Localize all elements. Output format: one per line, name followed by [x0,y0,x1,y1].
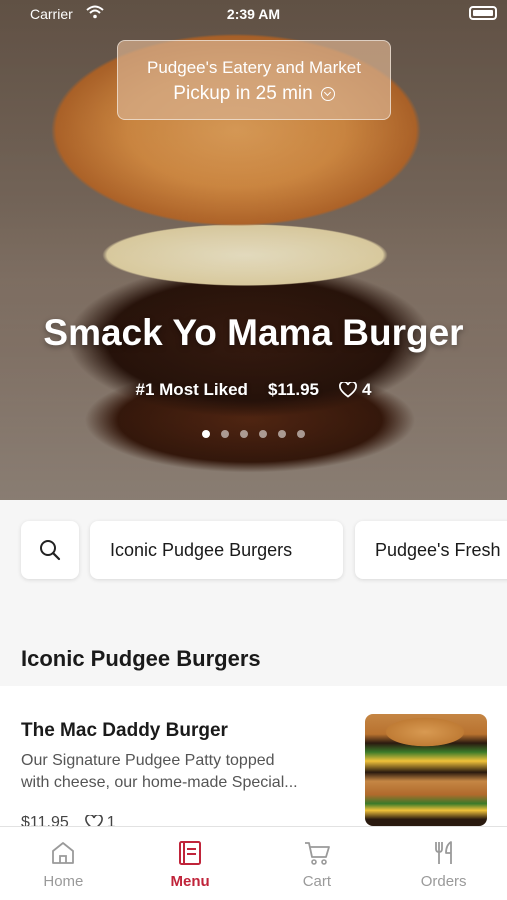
heart-icon [84,815,103,826]
status-time: 2:39 AM [226,6,281,22]
hero-likes-count: 4 [362,380,372,399]
carousel-dot[interactable] [202,430,210,438]
section-title: Iconic Pudgee Burgers [21,646,261,671]
item-name: The Mac Daddy Burger [21,720,228,741]
chevron-down-circle-icon [320,87,335,101]
battery-icon [469,6,497,20]
menu-icon [179,841,202,865]
utensils-icon [434,841,452,864]
hero-likes[interactable]: 4 [339,380,371,400]
bottom-tab-bar: Home Menu Cart Orders [0,826,507,900]
tab-menu[interactable]: Menu [127,827,254,900]
hero-banner[interactable]: Carrier 2:39 AM Pudgee's Eatery and Mark… [0,0,507,500]
item-meta: $11.95 1 [21,814,116,826]
tab-home[interactable]: Home [0,827,127,900]
tab-cart[interactable]: Cart [254,827,381,900]
most-liked-badge: #1 Most Liked [135,380,248,399]
search-button[interactable] [21,521,79,579]
pickup-time: Pickup in 25 min [173,83,313,104]
tab-menu-label: Menu [170,873,210,890]
pickup-row: Pickup in 25 min [118,83,390,105]
category-bar: Iconic Pudgee Burgers Pudgee's Fresh [0,500,507,600]
store-pickup-selector[interactable]: Pudgee's Eatery and Market Pickup in 25 … [117,40,391,120]
item-description: Our Signature Pudgee Patty topped with c… [21,750,341,794]
hero-price: $11.95 [267,380,319,399]
carousel-dots[interactable] [0,430,507,438]
item-description-line: with cheese, our home-made Special... [21,774,298,791]
tab-home-label: Home [43,873,84,890]
heart-icon [339,382,357,398]
search-icon [40,540,61,561]
item-description-line: Our Signature Pudgee Patty topped [21,752,275,769]
home-icon [52,842,75,864]
store-name: Pudgee's Eatery and Market [147,58,361,77]
hero-item-meta: #1 Most Liked $11.95 4 [0,380,507,400]
tab-orders-label: Orders [420,873,467,890]
carousel-dot[interactable] [221,430,229,438]
tab-cart-label: Cart [302,873,332,890]
item-price: $11.95 [21,814,69,826]
category-chip-iconic-burgers[interactable]: Iconic Pudgee Burgers [90,521,343,579]
hero-item-title: Smack Yo Mama Burger [43,312,464,353]
item-image[interactable] [365,714,487,826]
tab-orders[interactable]: Orders [380,827,507,900]
item-likes[interactable]: 1 [84,814,116,826]
carousel-dot[interactable] [240,430,248,438]
category-chip-pudgees-fresh[interactable]: Pudgee's Fresh [355,521,507,579]
item-likes-count: 1 [106,814,116,826]
cart-icon [304,842,330,865]
status-bar: Carrier 2:39 AM [0,0,507,28]
menu-item-card[interactable]: The Mac Daddy Burger Our Signature Pudge… [0,686,507,826]
carousel-dot[interactable] [278,430,286,438]
carousel-dot[interactable] [297,430,305,438]
carousel-dot[interactable] [259,430,267,438]
